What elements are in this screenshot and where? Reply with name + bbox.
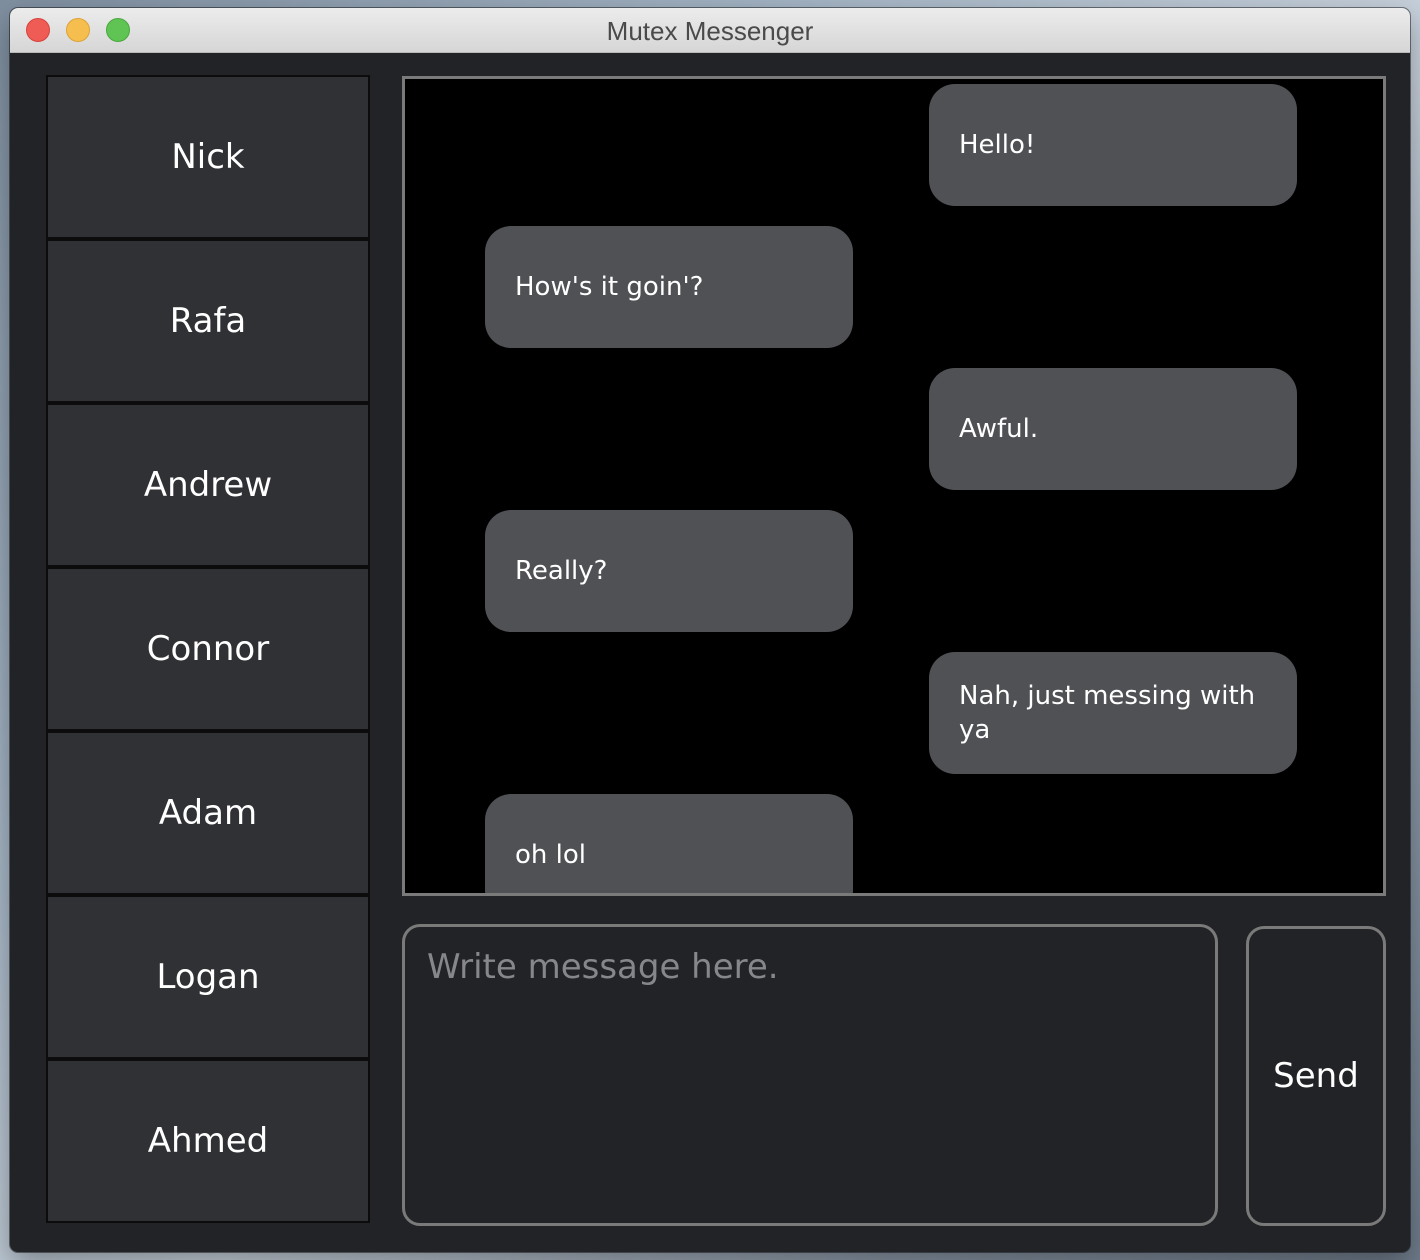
contact-item-nick[interactable]: Nick xyxy=(46,75,370,239)
contact-item-ahmed[interactable]: Ahmed xyxy=(46,1059,370,1223)
window-title: Mutex Messenger xyxy=(606,16,814,46)
app-window: Mutex Messenger Nick Rafa Andrew Connor … xyxy=(10,8,1410,1252)
message-input[interactable] xyxy=(402,924,1218,1226)
contact-item-andrew[interactable]: Andrew xyxy=(46,403,370,567)
conversation-pane[interactable]: Hello! How's it goin'? Awful. Really? Na… xyxy=(402,76,1386,896)
message-bubble-received: Really? xyxy=(485,510,853,632)
message-bubble-sent: Awful. xyxy=(929,368,1297,490)
minimize-traffic-light-icon[interactable] xyxy=(66,18,90,42)
send-button[interactable]: Send xyxy=(1246,926,1386,1226)
contact-item-rafa[interactable]: Rafa xyxy=(46,239,370,403)
contact-list[interactable]: Nick Rafa Andrew Connor Adam Logan Ahmed xyxy=(46,75,370,1227)
contact-item-connor[interactable]: Connor xyxy=(46,567,370,731)
message-bubble-received: How's it goin'? xyxy=(485,226,853,348)
contact-item-logan[interactable]: Logan xyxy=(46,895,370,1059)
maximize-traffic-light-icon[interactable] xyxy=(106,18,130,42)
contact-item-adam[interactable]: Adam xyxy=(46,731,370,895)
title-bar[interactable]: Mutex Messenger xyxy=(10,8,1410,53)
message-bubble-sent: Nah, just messing with ya xyxy=(929,652,1297,774)
message-bubble-sent: Hello! xyxy=(929,84,1297,206)
close-traffic-light-icon[interactable] xyxy=(26,18,50,42)
message-bubble-received: oh lol xyxy=(485,794,853,893)
